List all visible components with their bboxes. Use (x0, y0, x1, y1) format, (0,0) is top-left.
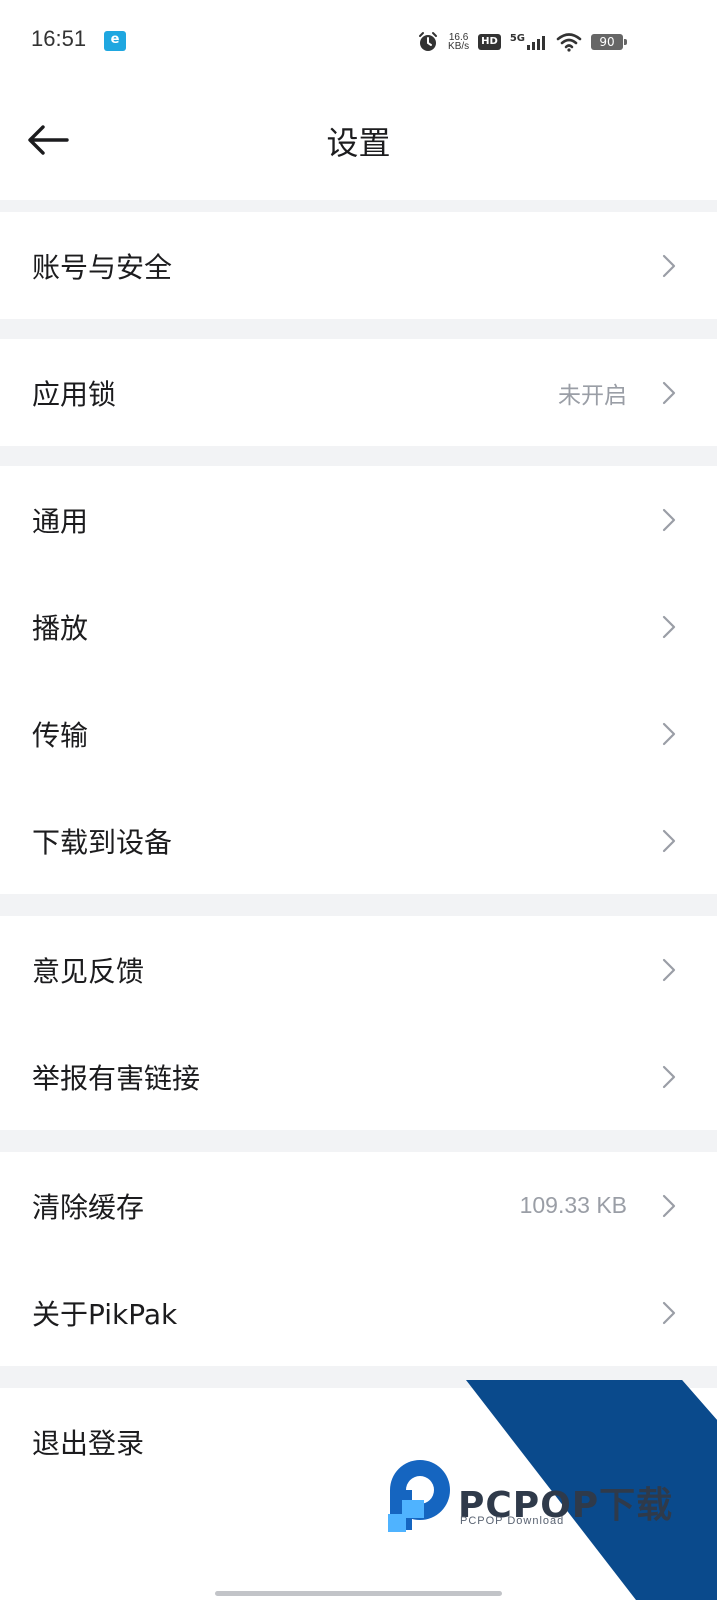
home-indicator[interactable] (215, 1591, 502, 1596)
settings-group-logout: 退出登录 (0, 1388, 717, 1600)
settings-group-app-lock: 应用锁 未开启 (0, 339, 717, 446)
app-lock-status: 未开启 (558, 381, 627, 408)
status-bar: 16:51 e 16.6 KB/s HD 5G 90 (0, 0, 717, 84)
settings-screen: 16:51 e 16.6 KB/s HD 5G 90 设置 账号与安全 应用锁 … (0, 0, 717, 1600)
cache-size: 109.33 KB (519, 1192, 627, 1218)
network-type: 5G (509, 33, 525, 44)
chevron-right-icon (659, 613, 679, 641)
row-label: 账号与安全 (32, 250, 173, 284)
signal-bars-icon (527, 36, 545, 50)
notification-app-icon: e (104, 31, 126, 51)
settings-group-general: 通用 播放 传输 下载到设备 (0, 466, 717, 894)
row-label: 通用 (32, 504, 89, 538)
chevron-right-icon (659, 252, 679, 280)
hd-badge: HD (478, 34, 501, 50)
row-label: 意见反馈 (32, 954, 145, 988)
row-label: 应用锁 (32, 377, 117, 411)
row-report-harmful-link[interactable]: 举报有害链接 (0, 1023, 717, 1130)
row-clear-cache[interactable]: 清除缓存 109.33 KB (0, 1152, 717, 1259)
chevron-right-icon (659, 827, 679, 855)
alarm-icon (419, 32, 438, 51)
network-speed-unit: KB/s (448, 41, 470, 52)
row-feedback[interactable]: 意见反馈 (0, 916, 717, 1023)
page-title: 设置 (326, 124, 391, 162)
row-download-to-device[interactable]: 下载到设备 (0, 787, 717, 894)
row-account-security[interactable]: 账号与安全 (0, 212, 717, 319)
settings-group-cache-about: 清除缓存 109.33 KB 关于PikPak (0, 1152, 717, 1366)
status-time: 16:51 (31, 26, 87, 51)
network-speed: 16.6 KB/s (448, 33, 470, 52)
row-about-pikpak[interactable]: 关于PikPak (0, 1259, 717, 1366)
row-label: 退出登录 (32, 1426, 145, 1460)
row-playback[interactable]: 播放 (0, 573, 717, 680)
battery-indicator: 90 (591, 34, 627, 50)
wifi-icon (556, 33, 582, 52)
row-label: 传输 (32, 718, 89, 752)
row-logout[interactable]: 退出登录 (0, 1388, 717, 1495)
settings-group-account: 账号与安全 (0, 212, 717, 319)
chevron-right-icon (659, 379, 679, 407)
row-app-lock[interactable]: 应用锁 未开启 (0, 339, 717, 446)
chevron-right-icon (659, 1299, 679, 1327)
chevron-right-icon (659, 1192, 679, 1220)
row-label: 举报有害链接 (32, 1061, 201, 1095)
top-app-bar: 设置 (0, 84, 717, 200)
row-general[interactable]: 通用 (0, 466, 717, 573)
row-label: 下载到设备 (32, 825, 173, 859)
row-label: 关于PikPak (32, 1297, 178, 1331)
settings-group-feedback: 意见反馈 举报有害链接 (0, 916, 717, 1130)
row-transfer[interactable]: 传输 (0, 680, 717, 787)
chevron-right-icon (659, 956, 679, 984)
row-label: 清除缓存 (32, 1190, 145, 1224)
chevron-right-icon (659, 720, 679, 748)
chevron-right-icon (659, 506, 679, 534)
row-label: 播放 (32, 611, 89, 645)
cellular-signal: 5G (510, 34, 547, 50)
status-icons: 16.6 KB/s HD 5G 90 (417, 28, 627, 56)
chevron-right-icon (659, 1063, 679, 1091)
